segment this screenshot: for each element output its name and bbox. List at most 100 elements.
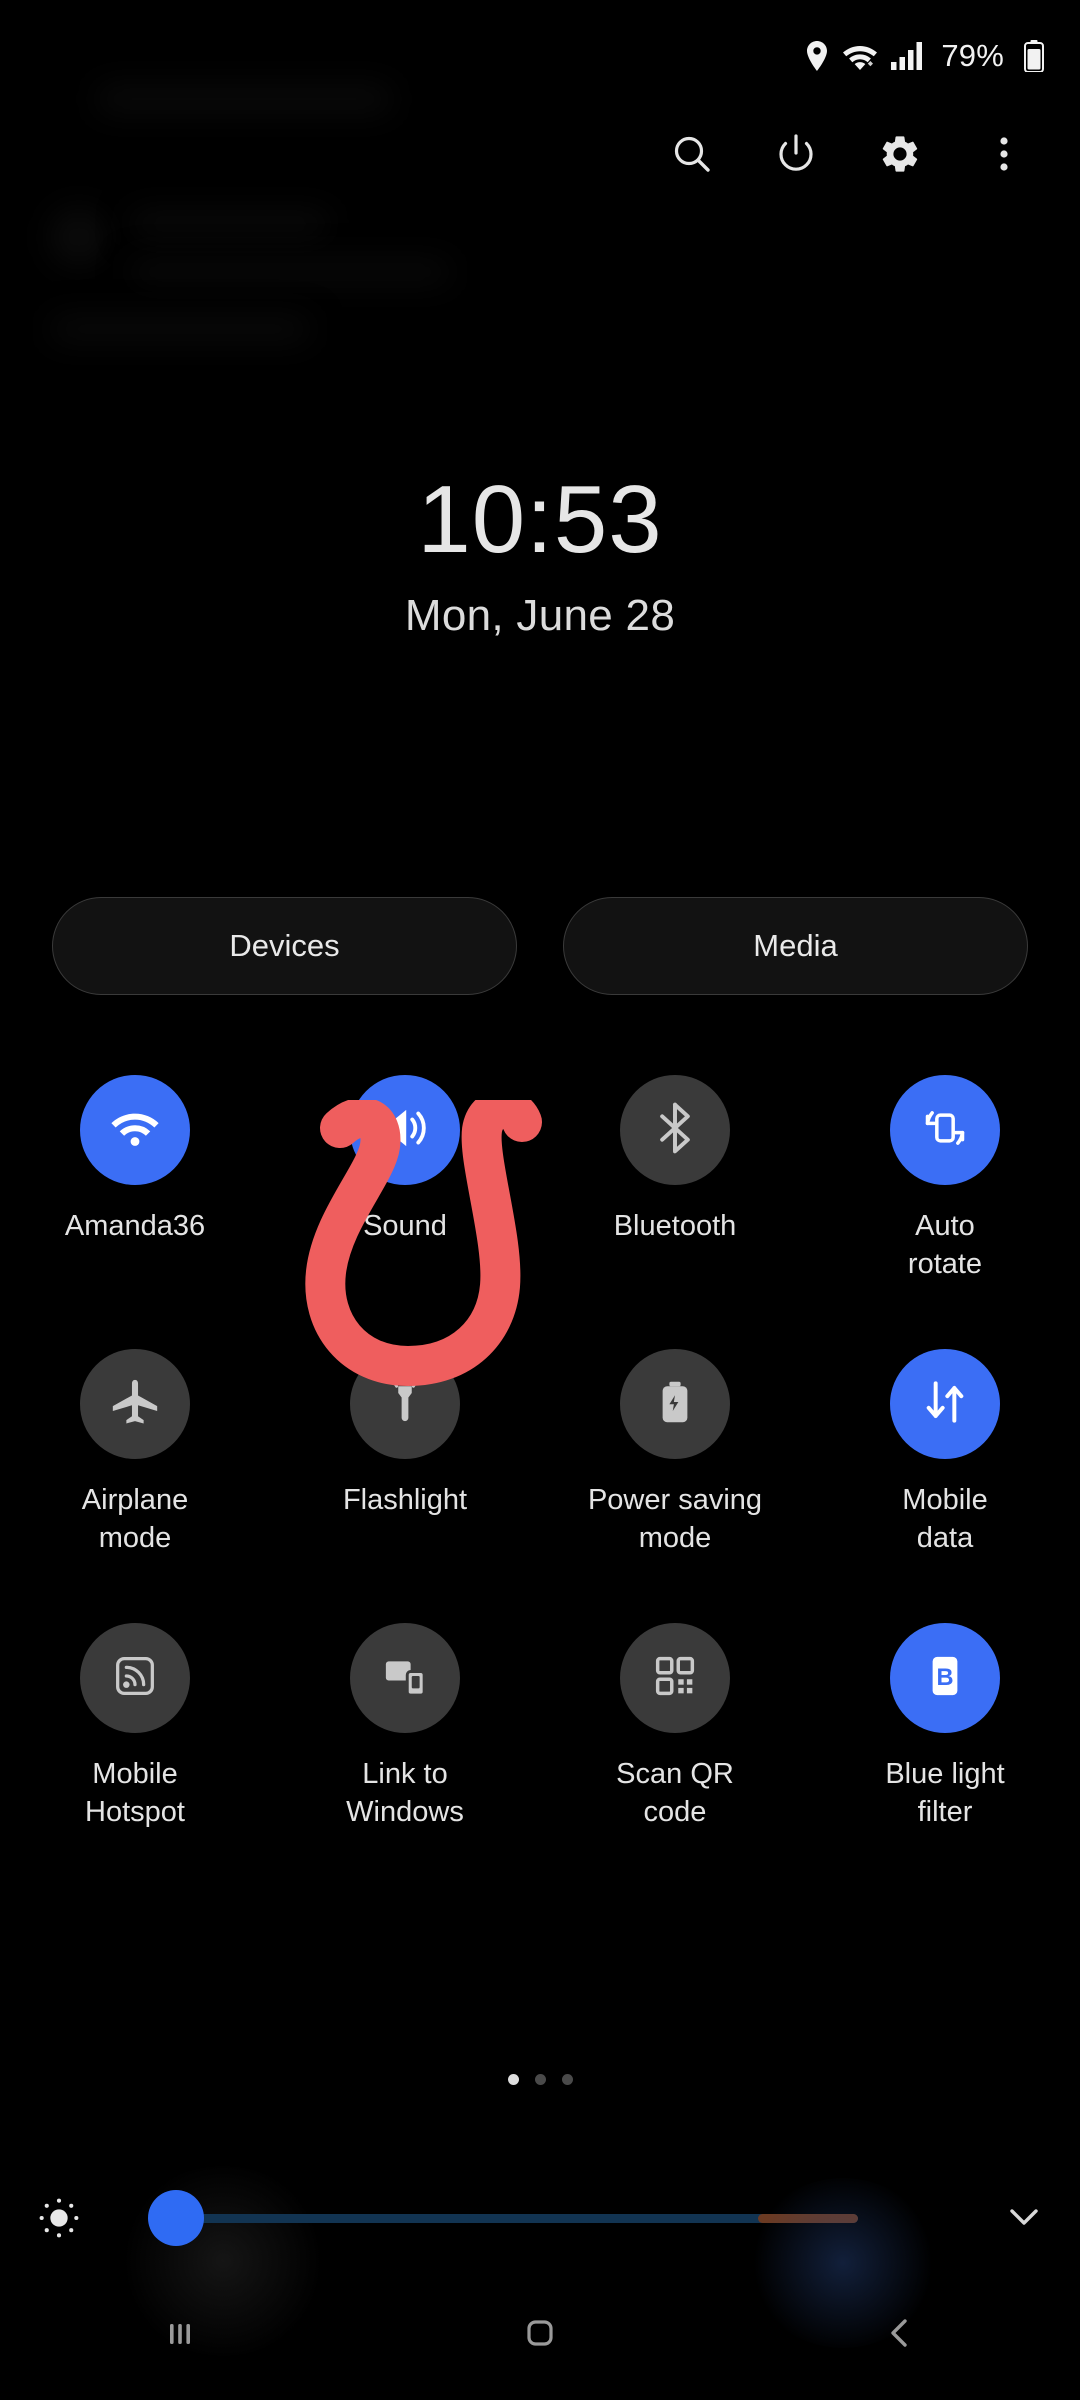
brightness-thumb[interactable] bbox=[148, 2190, 204, 2246]
chevron-down-icon bbox=[1002, 2194, 1046, 2243]
clock-block[interactable]: 10:53 Mon, June 28 bbox=[0, 466, 1080, 641]
power-button[interactable] bbox=[744, 112, 848, 200]
location-icon bbox=[805, 41, 829, 71]
toggle-mobile-hotspot[interactable]: Mobile Hotspot bbox=[0, 1623, 270, 1831]
mobile-data-icon bbox=[917, 1374, 973, 1435]
devices-media-row: Devices Media bbox=[52, 897, 1028, 995]
back-icon bbox=[880, 2313, 920, 2358]
toggle-power-saving-mode-label: Power saving mode bbox=[587, 1484, 763, 1554]
toggle-mobile-data-label: Mobile data bbox=[902, 1484, 988, 1554]
recents-button[interactable] bbox=[0, 2313, 360, 2358]
back-button[interactable] bbox=[720, 2313, 1080, 2358]
toggle-blue-light-filter-circle[interactable]: B bbox=[890, 1623, 1000, 1733]
svg-text:B: B bbox=[936, 1665, 953, 1691]
toggle-blue-light-filter-label: Blue light filter bbox=[885, 1758, 1005, 1828]
toggle-bluetooth-circle[interactable] bbox=[620, 1075, 730, 1185]
settings-button[interactable] bbox=[848, 112, 952, 200]
toggle-flashlight-label: Flashlight bbox=[342, 1484, 468, 1516]
header-toolbar bbox=[0, 112, 1080, 200]
toggle-sound-circle[interactable] bbox=[350, 1075, 460, 1185]
flashlight-icon bbox=[378, 1375, 432, 1434]
search-button[interactable] bbox=[640, 112, 744, 200]
toggle-wifi[interactable]: Amanda36 bbox=[0, 1075, 270, 1283]
toggle-link-to-windows-label: Link to Windows bbox=[346, 1758, 464, 1828]
toggle-mobile-hotspot-circle[interactable] bbox=[80, 1623, 190, 1733]
brightness-slider[interactable] bbox=[118, 2166, 968, 2356]
row-spacer bbox=[0, 1283, 1080, 1349]
brightness-slider-bar bbox=[0, 2166, 1080, 2356]
wifi-icon bbox=[843, 42, 878, 70]
airplane-icon bbox=[107, 1374, 163, 1435]
expand-brightness-button[interactable] bbox=[968, 2194, 1080, 2243]
page-dot-2[interactable] bbox=[534, 2074, 546, 2085]
toggle-bluetooth-label: Bluetooth bbox=[613, 1210, 737, 1242]
hotspot-icon bbox=[109, 1650, 161, 1707]
toggle-blue-light-filter[interactable]: B Blue light filter bbox=[810, 1623, 1080, 1831]
toggle-power-saving-mode-circle[interactable] bbox=[620, 1349, 730, 1459]
battery-percent-label: 79% bbox=[941, 38, 1004, 73]
toggle-scan-qr-code[interactable]: Scan QR code bbox=[540, 1623, 810, 1831]
power-saving-icon bbox=[648, 1375, 702, 1434]
toggle-sound-label: Sound bbox=[363, 1210, 447, 1242]
gear-icon bbox=[878, 132, 922, 181]
battery-icon bbox=[1024, 40, 1044, 72]
toggle-row: Amanda36 Sound Bluetooth Auto rotate bbox=[0, 1075, 1080, 1283]
toggle-bluetooth[interactable]: Bluetooth bbox=[540, 1075, 810, 1283]
background-blur-artifact bbox=[50, 318, 310, 340]
toggle-wifi-label: Amanda36 bbox=[64, 1210, 206, 1242]
signal-icon bbox=[891, 42, 923, 70]
toggle-flashlight-circle[interactable] bbox=[350, 1349, 460, 1459]
sound-icon bbox=[376, 1099, 434, 1162]
toggle-flashlight[interactable]: Flashlight bbox=[270, 1349, 540, 1557]
quick-toggle-grid: Amanda36 Sound Bluetooth Auto rotate Air… bbox=[0, 1075, 1080, 1831]
media-button[interactable]: Media bbox=[563, 897, 1028, 995]
power-icon bbox=[774, 132, 818, 181]
recents-icon bbox=[160, 2313, 200, 2358]
clock-date: Mon, June 28 bbox=[404, 590, 676, 640]
wifi-icon bbox=[105, 1098, 165, 1163]
more-options-button[interactable] bbox=[952, 112, 1056, 200]
link-to-windows-icon bbox=[378, 1649, 432, 1708]
toggle-row: Airplane mode Flashlight Power saving mo… bbox=[0, 1349, 1080, 1557]
toggle-auto-rotate-circle[interactable] bbox=[890, 1075, 1000, 1185]
background-blur-artifact bbox=[50, 208, 108, 266]
toggle-sound[interactable]: Sound bbox=[270, 1075, 540, 1283]
toggle-auto-rotate[interactable]: Auto rotate bbox=[810, 1075, 1080, 1283]
toggle-scan-qr-code-label: Scan QR code bbox=[616, 1758, 734, 1828]
home-button[interactable] bbox=[360, 2311, 720, 2360]
toggle-airplane-mode-label: Airplane mode bbox=[81, 1484, 189, 1554]
brightness-icon bbox=[0, 2192, 118, 2244]
background-blur-artifact bbox=[130, 262, 450, 282]
toggle-link-to-windows-circle[interactable] bbox=[350, 1623, 460, 1733]
toggle-mobile-hotspot-label: Mobile Hotspot bbox=[85, 1758, 185, 1828]
more-options-icon bbox=[982, 132, 1026, 181]
blue-light-filter-icon: B bbox=[918, 1649, 972, 1708]
navigation-bar bbox=[0, 2270, 1080, 2400]
auto-rotate-icon bbox=[917, 1100, 973, 1161]
toggle-airplane-mode-circle[interactable] bbox=[80, 1349, 190, 1459]
row-spacer bbox=[0, 1557, 1080, 1623]
clock-time: 10:53 bbox=[417, 466, 663, 573]
toggle-mobile-data[interactable]: Mobile data bbox=[810, 1349, 1080, 1557]
toggle-mobile-data-circle[interactable] bbox=[890, 1349, 1000, 1459]
page-indicator-dots[interactable] bbox=[0, 2074, 1080, 2085]
status-bar: 79% bbox=[0, 0, 1080, 112]
toggle-row: Mobile Hotspot Link to Windows Scan QR c… bbox=[0, 1623, 1080, 1831]
page-dot-3[interactable] bbox=[561, 2074, 573, 2085]
toggle-airplane-mode[interactable]: Airplane mode bbox=[0, 1349, 270, 1557]
search-icon bbox=[670, 132, 714, 181]
toggle-scan-qr-code-circle[interactable] bbox=[620, 1623, 730, 1733]
brightness-track[interactable] bbox=[176, 2213, 858, 2223]
quick-settings-panel: 79% 10:53 Mon, June 28 Devices Media Ama… bbox=[0, 0, 1080, 2400]
toggle-wifi-circle[interactable] bbox=[80, 1075, 190, 1185]
toggle-power-saving-mode[interactable]: Power saving mode bbox=[540, 1349, 810, 1557]
bluetooth-icon bbox=[647, 1100, 703, 1161]
qr-code-icon bbox=[649, 1650, 701, 1707]
toggle-auto-rotate-label: Auto rotate bbox=[907, 1210, 983, 1280]
devices-button[interactable]: Devices bbox=[52, 897, 517, 995]
brightness-track-warm-segment[interactable] bbox=[758, 2213, 858, 2223]
page-dot-1[interactable] bbox=[507, 2074, 519, 2085]
toggle-link-to-windows[interactable]: Link to Windows bbox=[270, 1623, 540, 1831]
home-icon bbox=[518, 2311, 562, 2360]
background-blur-artifact bbox=[130, 212, 330, 236]
